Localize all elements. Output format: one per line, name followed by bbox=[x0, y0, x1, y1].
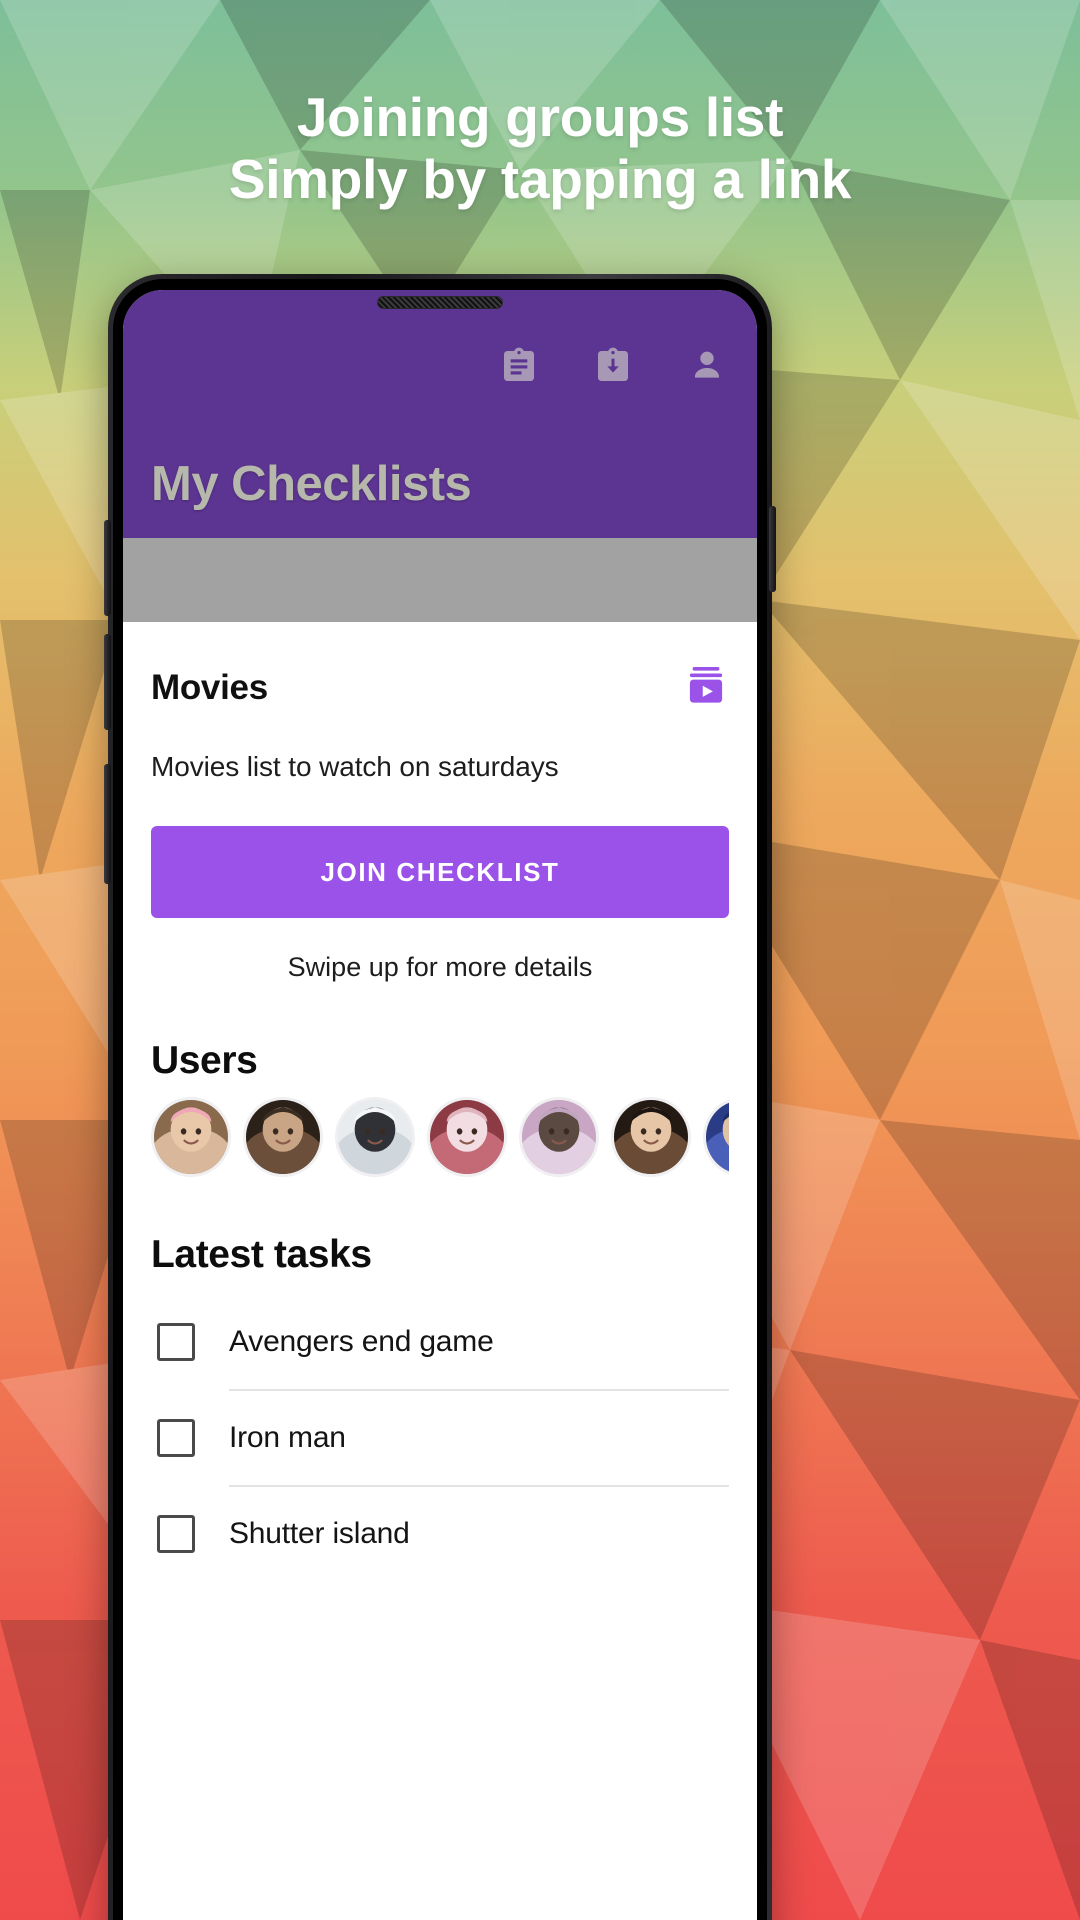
dim-scrim bbox=[123, 538, 757, 622]
task-row[interactable]: Shutter island bbox=[151, 1487, 729, 1581]
checklist-description: Movies list to watch on saturdays bbox=[151, 751, 559, 782]
swipe-up-hint: Swipe up for more details bbox=[287, 952, 593, 982]
checklist-bottom-sheet: Movies Movies list to watch on saturdays… bbox=[123, 622, 757, 1581]
task-checkbox[interactable] bbox=[157, 1323, 195, 1361]
account-icon[interactable] bbox=[687, 346, 727, 386]
users-avatar-list[interactable] bbox=[151, 1097, 729, 1177]
earpiece-speaker bbox=[377, 296, 503, 309]
task-label: Avengers end game bbox=[229, 1325, 494, 1358]
checklist-icon[interactable] bbox=[499, 346, 539, 386]
avatar-6[interactable] bbox=[611, 1097, 691, 1177]
headline-line-1: Joining groups list bbox=[296, 86, 784, 148]
task-row[interactable]: Iron man bbox=[151, 1391, 729, 1485]
avatar-1[interactable] bbox=[151, 1097, 231, 1177]
toolbar-actions bbox=[145, 312, 735, 386]
avatar-4[interactable] bbox=[427, 1097, 507, 1177]
clipboard-download-icon[interactable] bbox=[593, 346, 633, 386]
assistant-button[interactable] bbox=[769, 506, 776, 592]
page-title: My Checklists bbox=[151, 457, 472, 511]
avatar-7[interactable] bbox=[703, 1097, 729, 1177]
volume-up-button[interactable] bbox=[104, 520, 111, 616]
task-row[interactable]: Avengers end game bbox=[151, 1295, 729, 1389]
task-checkbox[interactable] bbox=[157, 1515, 195, 1553]
join-checklist-button[interactable]: JOIN CHECKLIST bbox=[151, 826, 729, 918]
users-heading: Users bbox=[151, 1039, 258, 1082]
headline-line-2: Simply by tapping a link bbox=[228, 148, 852, 210]
promo-headline: Joining groups list Simply by tapping a … bbox=[0, 86, 1080, 210]
avatar-5[interactable] bbox=[519, 1097, 599, 1177]
task-label: Iron man bbox=[229, 1421, 346, 1454]
app-toolbar: My Checklists bbox=[123, 312, 757, 538]
phone-screen: My Checklists Movies Movies list to watc… bbox=[123, 290, 757, 1920]
latest-tasks-list: Avengers end game Iron man Shutter island bbox=[151, 1295, 729, 1581]
avatar-3[interactable] bbox=[335, 1097, 415, 1177]
task-label: Shutter island bbox=[229, 1517, 410, 1550]
latest-tasks-heading: Latest tasks bbox=[151, 1233, 372, 1276]
video-playlist-icon bbox=[683, 662, 729, 713]
task-checkbox[interactable] bbox=[157, 1419, 195, 1457]
phone-mockup: My Checklists Movies Movies list to watc… bbox=[104, 274, 776, 1920]
power-button[interactable] bbox=[104, 764, 111, 884]
sheet-header: Movies bbox=[151, 622, 729, 713]
volume-down-button[interactable] bbox=[104, 634, 111, 730]
checklist-name: Movies bbox=[151, 667, 268, 707]
avatar-2[interactable] bbox=[243, 1097, 323, 1177]
